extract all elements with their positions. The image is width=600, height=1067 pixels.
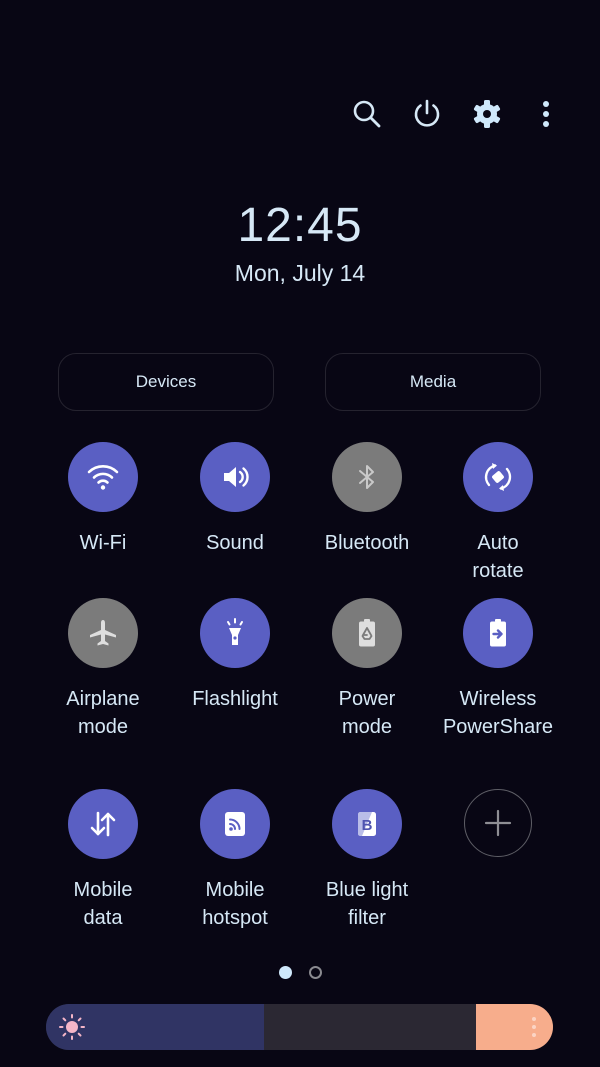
tile-power-mode[interactable]: Power mode bbox=[302, 598, 432, 741]
tile-wireless-powershare-toggle[interactable] bbox=[463, 598, 533, 668]
airplane-icon bbox=[90, 620, 116, 646]
more-vertical-icon bbox=[543, 101, 549, 127]
tile-mobile-hotspot[interactable]: Mobile hotspot bbox=[170, 789, 300, 932]
tile-label: Wi-Fi bbox=[79, 532, 127, 554]
tile-power-mode-toggle[interactable] bbox=[332, 598, 402, 668]
tile-label: Mobile hotspot bbox=[202, 879, 268, 929]
tile-airplane-mode-toggle[interactable] bbox=[68, 598, 138, 668]
more-options-button[interactable] bbox=[524, 92, 568, 136]
svg-text:B: B bbox=[362, 817, 373, 834]
clock-time[interactable]: 12:45 bbox=[0, 198, 600, 253]
tile-label: Sound bbox=[206, 532, 264, 554]
tile-label: Bluetooth bbox=[324, 532, 410, 554]
tile-blue-light-filter[interactable]: B Blue light filter bbox=[302, 789, 432, 932]
brightness-more-button[interactable] bbox=[476, 1004, 553, 1050]
tile-wifi-toggle[interactable] bbox=[68, 442, 138, 512]
bluetooth-icon bbox=[359, 465, 374, 489]
top-action-bar bbox=[0, 92, 600, 136]
more-vertical-icon bbox=[532, 1017, 536, 1037]
hotspot-icon bbox=[225, 812, 245, 836]
sun-icon bbox=[59, 1014, 85, 1040]
tile-label: Airplane mode bbox=[66, 688, 140, 738]
blue-light-icon: B bbox=[358, 812, 376, 836]
tile-bluetooth[interactable]: Bluetooth bbox=[302, 442, 432, 557]
page-dot-1[interactable] bbox=[279, 966, 292, 979]
tile-mobile-hotspot-toggle[interactable] bbox=[200, 789, 270, 859]
page-dot-2[interactable] bbox=[309, 966, 322, 979]
tile-label: Blue light filter bbox=[325, 879, 409, 929]
speaker-icon bbox=[224, 467, 249, 487]
page-indicator bbox=[0, 966, 600, 982]
brightness-slider[interactable] bbox=[46, 1004, 553, 1050]
settings-button[interactable] bbox=[465, 92, 509, 136]
power-icon bbox=[414, 99, 440, 127]
tile-blue-light-filter-toggle[interactable]: B bbox=[332, 789, 402, 859]
search-button[interactable] bbox=[345, 92, 389, 136]
devices-button[interactable]: Devices bbox=[58, 353, 274, 411]
battery-recycle-icon bbox=[359, 619, 375, 647]
power-button[interactable] bbox=[405, 92, 449, 136]
tile-mobile-data[interactable]: Mobile data bbox=[38, 789, 168, 932]
tile-label: Flashlight bbox=[192, 688, 278, 710]
tile-wifi[interactable]: Wi-Fi bbox=[38, 442, 168, 557]
tile-flashlight[interactable]: Flashlight bbox=[170, 598, 300, 713]
tile-auto-rotate-toggle[interactable] bbox=[463, 442, 533, 512]
clock-date[interactable]: Mon, July 14 bbox=[0, 260, 600, 287]
data-arrows-icon bbox=[90, 811, 116, 837]
tile-flashlight-toggle[interactable] bbox=[200, 598, 270, 668]
battery-share-icon bbox=[490, 619, 506, 647]
media-button[interactable]: Media bbox=[325, 353, 541, 411]
tile-label: Power mode bbox=[338, 688, 396, 738]
tile-label: Auto rotate bbox=[472, 532, 524, 582]
tile-add[interactable] bbox=[433, 789, 563, 857]
wifi-icon bbox=[87, 465, 119, 490]
tile-airplane-mode[interactable]: Airplane mode bbox=[38, 598, 168, 741]
tile-bluetooth-toggle[interactable] bbox=[332, 442, 402, 512]
tile-label: Mobile data bbox=[73, 879, 133, 929]
tile-sound[interactable]: Sound bbox=[170, 442, 300, 557]
flashlight-icon bbox=[227, 618, 243, 645]
gear-icon bbox=[473, 100, 501, 128]
plus-icon bbox=[484, 809, 512, 837]
rotate-icon bbox=[484, 463, 512, 491]
tile-wireless-powershare[interactable]: Wireless PowerShare bbox=[433, 598, 563, 741]
search-icon bbox=[353, 100, 381, 128]
tile-sound-toggle[interactable] bbox=[200, 442, 270, 512]
tile-mobile-data-toggle[interactable] bbox=[68, 789, 138, 859]
tile-label: Wireless PowerShare bbox=[442, 688, 554, 738]
tile-auto-rotate[interactable]: Auto rotate bbox=[433, 442, 563, 585]
add-tile-button[interactable] bbox=[464, 789, 532, 857]
